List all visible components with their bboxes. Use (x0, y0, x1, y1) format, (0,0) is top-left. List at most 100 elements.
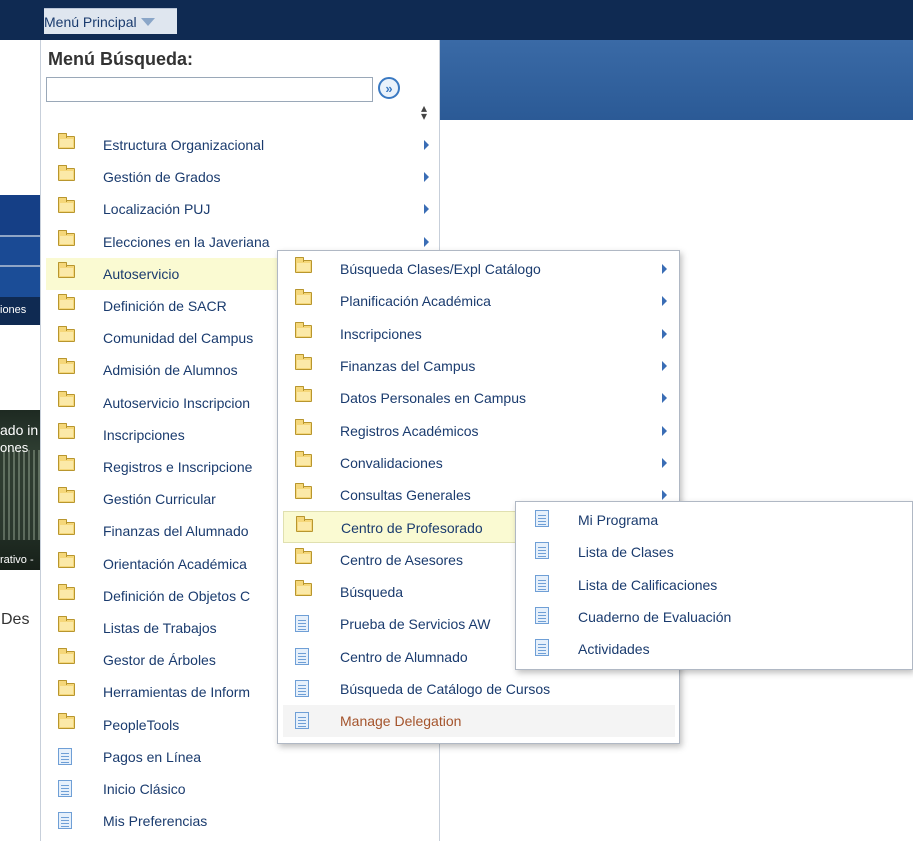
centro-profesorado-submenu: Mi Programa Lista de Clases Lista de Calif… (515, 501, 913, 670)
profesorado-item-label: Cuaderno de Evaluación (578, 608, 732, 625)
profesorado-item-label: Lista de Calificaciones (578, 576, 718, 593)
submenu-item-datos-personales-en-campus[interactable]: Datos Personales en Campus (283, 382, 675, 414)
menu-item-inicio-clasico[interactable]: Inicio Clásico (46, 773, 440, 805)
folder-icon (58, 583, 75, 600)
submenu-item-label: Convalidaciones (340, 454, 443, 471)
submenu-item-label: Centro de Alumnado (340, 648, 468, 665)
submenu-item-busqueda-clases-expl-catalogo[interactable]: Búsqueda Clases/Expl Catálogo (283, 253, 675, 285)
folder-icon (295, 321, 312, 338)
background-des-text: Des (1, 611, 30, 628)
menu-item-label: Gestión de Grados (103, 169, 221, 186)
chevron-right-icon (662, 264, 667, 274)
chevron-right-icon (662, 425, 667, 436)
menu-item-label: Definición de Objetos C (103, 587, 251, 604)
submenu-item-busqueda-de-catalogo-de-cursos[interactable]: Búsqueda de Catálogo de Cursos (283, 673, 675, 705)
folder-icon (58, 261, 75, 278)
chevron-right-icon (424, 140, 429, 150)
menu-item-label: Definición de SACR (103, 298, 227, 314)
chevron-right-icon (662, 296, 667, 307)
profesorado-item-lista-de-clases[interactable]: Lista de Clases (521, 537, 911, 569)
folder-icon (58, 390, 75, 407)
submenu-item-label: Consultas Generales (340, 487, 471, 504)
main-menu-button[interactable]: Menú Principal (44, 8, 177, 34)
profesorado-item-cuaderno-de-evaluacion[interactable]: Cuaderno de Evaluación (521, 602, 911, 634)
folder-icon (58, 358, 75, 375)
page-icon (58, 747, 72, 765)
menu-item-label: Pagos en Línea (103, 748, 202, 765)
profesorado-item-label: Actividades (578, 641, 650, 658)
folder-icon (58, 422, 75, 439)
page-icon (58, 780, 72, 797)
menu-item-label: Autoservicio Inscripcion (103, 394, 251, 411)
submenu-item-registros-academicos[interactable]: Registros Académicos (283, 415, 675, 447)
background-portal-strip: iones (0, 195, 44, 325)
header-banner (440, 40, 913, 120)
chevron-right-icon (662, 457, 667, 468)
chevron-right-icon (662, 490, 667, 501)
menu-item-label: Inicio Clásico (103, 781, 186, 797)
submenu-item-inscripciones[interactable]: Inscripciones (283, 318, 675, 350)
menu-item-localizacion-puj[interactable]: Localización PUJ (46, 193, 440, 225)
folder-icon (295, 257, 312, 273)
folder-icon (58, 487, 75, 504)
folder-icon (58, 197, 75, 214)
sort-icon[interactable]: ▴ ▾ (419, 102, 429, 122)
menu-item-label: Finanzas del Alumnado (103, 523, 249, 540)
submenu-item-label: Búsqueda de Catálogo de Cursos (340, 680, 551, 697)
folder-icon (58, 648, 75, 665)
menu-item-gestion-de-grados[interactable]: Gestión de Grados (46, 161, 440, 193)
submenu-item-finanzas-del-campus[interactable]: Finanzas del Campus (283, 350, 675, 382)
chevron-right-icon (424, 236, 429, 247)
folder-icon (58, 519, 75, 536)
submenu-item-label: Finanzas del Campus (340, 357, 476, 374)
chevron-down-icon (140, 18, 155, 26)
photo-text-1: ado in (0, 422, 39, 438)
menu-item-label: Admisión de Alumnos (103, 362, 238, 379)
submenu-item-planificacion-academica[interactable]: Planificación Académica (283, 285, 675, 317)
menu-item-mis-preferencias[interactable]: Mis Preferencias (46, 805, 440, 837)
photo-caption: rativo - (0, 554, 34, 566)
chevron-right-icon (424, 172, 429, 183)
background-strip-text: iones (0, 297, 44, 325)
search-go-button[interactable]: » (378, 77, 400, 99)
folder-icon (295, 450, 312, 467)
menu-item-label: Gestión Curricular (103, 491, 216, 508)
folder-icon (295, 353, 312, 370)
chevron-right-icon (662, 360, 667, 371)
folder-icon (295, 547, 312, 564)
profesorado-item-label: Mi Programa (578, 512, 659, 528)
page-icon (535, 606, 549, 624)
menu-item-pagos-en-linea[interactable]: Pagos en Línea (46, 741, 440, 773)
folder-icon (296, 516, 313, 533)
page-icon (295, 615, 309, 633)
profesorado-item-actividades[interactable]: Actividades (521, 634, 911, 666)
menu-item-label: Autoservicio (103, 265, 180, 282)
menu-item-label: Orientación Académica (103, 555, 247, 572)
folder-icon (58, 455, 75, 471)
submenu-item-label: Registros Académicos (340, 422, 479, 439)
chevron-right-icon (662, 328, 667, 339)
submenu-item-label: Búsqueda Clases/Expl Catálogo (340, 261, 541, 277)
page-icon (295, 712, 309, 730)
menu-search-input[interactable] (46, 77, 373, 102)
folder-icon (58, 616, 75, 632)
page-icon (295, 647, 309, 665)
menu-item-label: Mis Preferencias (103, 813, 208, 830)
folder-icon (58, 712, 75, 729)
folder-icon (58, 551, 75, 568)
main-menu-label: Menú Principal (44, 14, 137, 30)
menu-item-label: Registros e Inscripcione (103, 459, 253, 475)
menu-search-title: Menú Búsqueda: (48, 49, 194, 69)
folder-icon (58, 229, 75, 246)
menu-item-label: Inscripciones (103, 426, 185, 443)
folder-icon (58, 294, 75, 310)
menu-item-label: Estructura Organizacional (103, 137, 265, 153)
page-icon (58, 812, 72, 830)
profesorado-item-lista-de-calificaciones[interactable]: Lista de Calificaciones (521, 570, 911, 602)
menu-item-estructura-organizacional[interactable]: Estructura Organizacional (46, 129, 440, 161)
profesorado-item-mi-programa[interactable]: Mi Programa (521, 505, 911, 537)
folder-icon (295, 483, 312, 500)
page-icon (535, 510, 549, 527)
submenu-item-convalidaciones[interactable]: Convalidaciones (283, 447, 675, 479)
submenu-item-manage-delegation[interactable]: Manage Delegation (283, 705, 675, 738)
